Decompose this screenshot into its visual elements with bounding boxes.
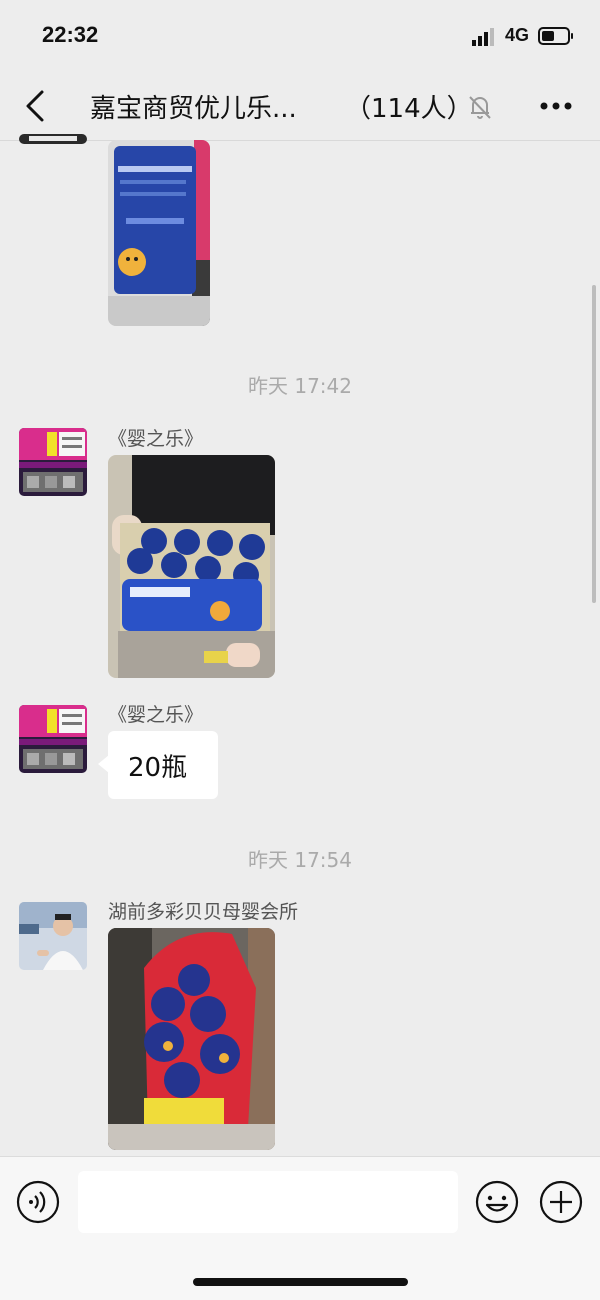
sender-name: 湖前多彩贝贝母婴会所 bbox=[108, 901, 299, 923]
sender-name: 《婴之乐》 bbox=[108, 704, 204, 726]
message-timestamp: 昨天 17:42 bbox=[248, 374, 352, 398]
avatar[interactable] bbox=[19, 428, 87, 496]
home-indicator[interactable] bbox=[193, 1278, 408, 1286]
message-image[interactable] bbox=[108, 928, 275, 1150]
avatar[interactable] bbox=[19, 134, 87, 144]
avatar[interactable] bbox=[19, 902, 87, 970]
message-bubble[interactable]: 20瓶 bbox=[98, 731, 218, 799]
message-timestamp: 昨天 17:54 bbox=[248, 848, 352, 872]
voice-icon[interactable] bbox=[16, 1180, 60, 1224]
sender-name: 《婴之乐》 bbox=[108, 428, 204, 450]
input-toolbar bbox=[0, 1156, 600, 1300]
message-image[interactable] bbox=[108, 140, 210, 326]
chat-title[interactable]: 嘉宝商贸优儿乐... bbox=[90, 88, 297, 125]
more-icon[interactable] bbox=[538, 94, 574, 118]
status-bar: 22:32 4G bbox=[0, 0, 600, 72]
battery-icon bbox=[538, 27, 573, 45]
member-count[interactable]: （114人） bbox=[345, 88, 473, 125]
message-input[interactable] bbox=[78, 1171, 458, 1233]
scrollbar[interactable] bbox=[592, 285, 596, 603]
avatar[interactable] bbox=[19, 705, 87, 773]
network-type: 4G bbox=[505, 25, 530, 45]
signal-icon bbox=[472, 28, 494, 46]
emoji-icon[interactable] bbox=[475, 1180, 519, 1224]
status-time: 22:32 bbox=[42, 22, 99, 47]
mute-bell-icon bbox=[469, 96, 491, 119]
plus-icon[interactable] bbox=[539, 1180, 583, 1224]
message-text: 20瓶 bbox=[128, 753, 188, 783]
chat-header: 嘉宝商贸优儿乐... （114人） bbox=[0, 72, 600, 141]
back-icon[interactable] bbox=[18, 86, 52, 126]
message-image[interactable] bbox=[108, 455, 275, 678]
